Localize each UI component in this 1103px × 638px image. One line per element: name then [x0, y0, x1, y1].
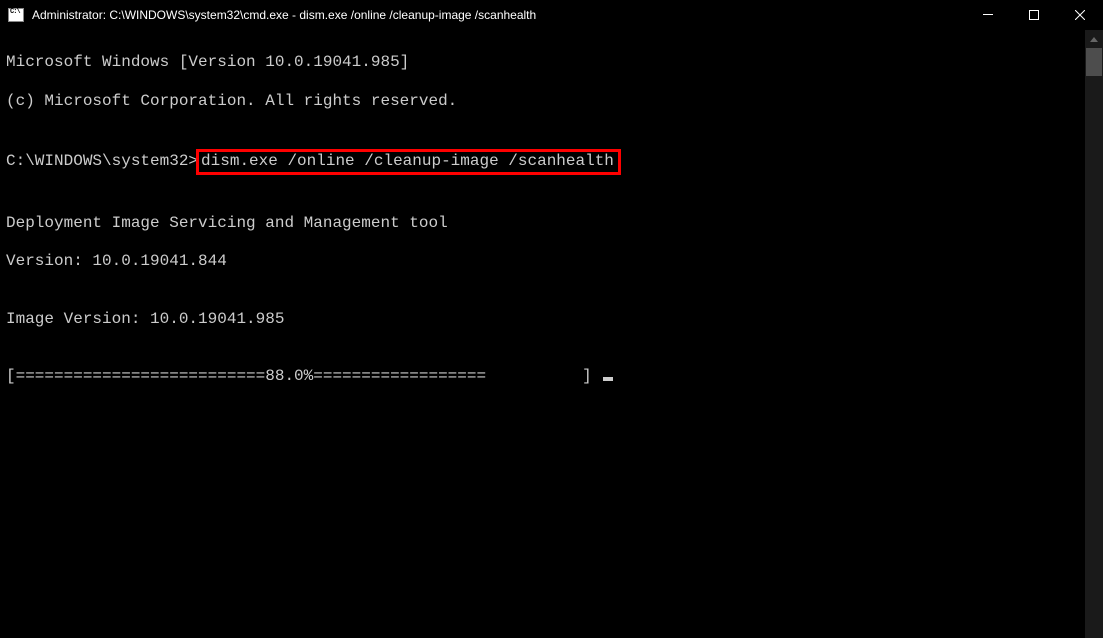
terminal-output[interactable]: Microsoft Windows [Version 10.0.19041.98…	[0, 30, 1085, 410]
close-icon	[1075, 10, 1085, 20]
close-button[interactable]	[1057, 0, 1103, 29]
window-controls	[965, 0, 1103, 29]
progress-bar: [==========================88.0%========…	[6, 367, 601, 385]
window-title: Administrator: C:\WINDOWS\system32\cmd.e…	[32, 8, 536, 22]
scroll-thumb[interactable]	[1086, 48, 1102, 76]
title-left: Administrator: C:\WINDOWS\system32\cmd.e…	[0, 8, 536, 22]
command-highlight: dism.exe /online /cleanup-image /scanhea…	[196, 149, 621, 175]
output-line: Microsoft Windows [Version 10.0.19041.98…	[6, 53, 1079, 72]
minimize-button[interactable]	[965, 0, 1011, 29]
progress-line: [==========================88.0%========…	[6, 367, 1079, 386]
cursor-icon	[603, 377, 613, 381]
prompt-text: C:\WINDOWS\system32>	[6, 152, 198, 170]
prompt-line: C:\WINDOWS\system32>dism.exe /online /cl…	[6, 149, 1079, 175]
output-line: Deployment Image Servicing and Managemen…	[6, 214, 1079, 233]
scroll-up-icon[interactable]	[1085, 30, 1103, 48]
cmd-icon	[8, 8, 24, 22]
output-line: (c) Microsoft Corporation. All rights re…	[6, 92, 1079, 111]
scrollbar[interactable]	[1085, 30, 1103, 638]
title-bar[interactable]: Administrator: C:\WINDOWS\system32\cmd.e…	[0, 0, 1103, 30]
maximize-button[interactable]	[1011, 0, 1057, 29]
output-line: Version: 10.0.19041.844	[6, 252, 1079, 271]
output-line: Image Version: 10.0.19041.985	[6, 310, 1079, 329]
